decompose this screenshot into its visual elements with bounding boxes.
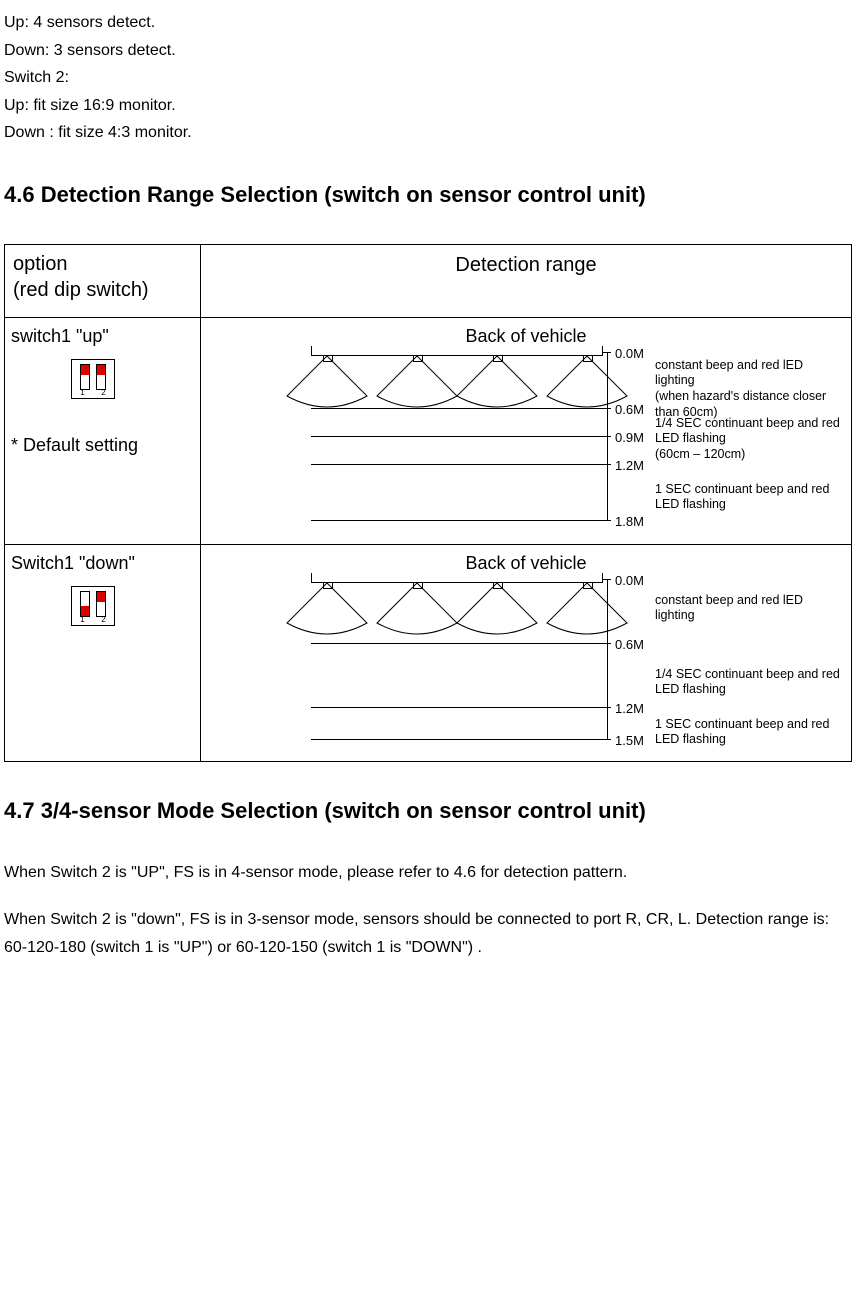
table-row: switch1 "up" 12 * Default setting Back o…	[5, 317, 852, 544]
header-range: Detection range	[201, 244, 852, 317]
switch-label: Switch1 "down"	[11, 549, 194, 578]
distance-label: 0.0M	[615, 344, 644, 365]
range-note: 1 SEC continuant beep and red LED flashi…	[655, 717, 843, 748]
distance-label: 0.0M	[615, 571, 644, 592]
distance-label: 1.2M	[615, 699, 644, 720]
detection-range-table: option (red dip switch) Detection range …	[4, 244, 852, 762]
distance-label: 0.9M	[615, 428, 644, 449]
intro-line: Up: 4 sensors detect.	[4, 10, 862, 36]
paragraph: 60-120-180 (switch 1 is "UP") or 60-120-…	[4, 935, 862, 961]
range-note: constant beep and red lED lighting (when…	[655, 358, 843, 421]
sensor-fan-icon	[447, 348, 547, 408]
option-cell: Switch1 "down" 12	[5, 544, 201, 761]
tick-axis	[607, 579, 608, 739]
intro-line: Switch 2:	[4, 65, 862, 91]
dip-switch-icon: 12	[71, 586, 115, 626]
diagram-cell: Back of vehicle 0.0M 0.6M	[201, 317, 852, 544]
intro-line: Down: 3 sensors detect.	[4, 38, 862, 64]
sensor-fan-icon	[277, 348, 377, 408]
range-note: constant beep and red lED lighting	[655, 593, 843, 624]
range-line	[311, 707, 611, 708]
switch-label: switch1 "up"	[11, 322, 194, 351]
range-line	[311, 520, 611, 521]
diagram-cell: Back of vehicle 0.0M 0.6M 1.2M 1.5M	[201, 544, 852, 761]
detection-diagram: Back of vehicle 0.0M 0.6M 1.2M 1.5M	[207, 549, 845, 757]
dip-switch-icon: 12	[71, 359, 115, 399]
range-line	[311, 643, 611, 644]
section-4-6-title: 4.6 Detection Range Selection (switch on…	[4, 174, 862, 216]
range-note: 1/4 SEC continuant beep and red LED flas…	[655, 416, 843, 463]
table-row: Switch1 "down" 12 Back of vehicle	[5, 544, 852, 761]
detection-diagram: Back of vehicle 0.0M 0.6M	[207, 322, 845, 540]
distance-label: 0.6M	[615, 635, 644, 656]
distance-label: 1.8M	[615, 512, 644, 533]
intro-line: Down : fit size 4:3 monitor.	[4, 120, 862, 146]
section-4-7-title: 4.7 3/4-sensor Mode Selection (switch on…	[4, 790, 862, 832]
distance-label: 0.6M	[615, 400, 644, 421]
header-option: option (red dip switch)	[5, 244, 201, 317]
tick	[603, 352, 611, 353]
section-4-7-body: When Switch 2 is "UP", FS is in 4-sensor…	[4, 860, 862, 961]
range-note: 1 SEC continuant beep and red LED flashi…	[655, 482, 843, 513]
paragraph: When Switch 2 is "down", FS is in 3-sens…	[4, 907, 862, 933]
intro-block: Up: 4 sensors detect. Down: 3 sensors de…	[4, 10, 862, 146]
intro-line: Up: fit size 16:9 monitor.	[4, 93, 862, 119]
tick	[603, 579, 611, 580]
range-line	[311, 464, 611, 465]
distance-label: 1.5M	[615, 731, 644, 752]
distance-label: 1.2M	[615, 456, 644, 477]
option-cell: switch1 "up" 12 * Default setting	[5, 317, 201, 544]
range-line	[311, 436, 611, 437]
paragraph: When Switch 2 is "UP", FS is in 4-sensor…	[4, 860, 862, 886]
sensor-fan-icon	[277, 575, 377, 635]
range-line	[311, 739, 611, 740]
default-note: * Default setting	[11, 431, 194, 460]
sensor-fan-icon	[447, 575, 547, 635]
range-line	[311, 408, 611, 409]
range-note: 1/4 SEC continuant beep and red LED flas…	[655, 667, 843, 698]
